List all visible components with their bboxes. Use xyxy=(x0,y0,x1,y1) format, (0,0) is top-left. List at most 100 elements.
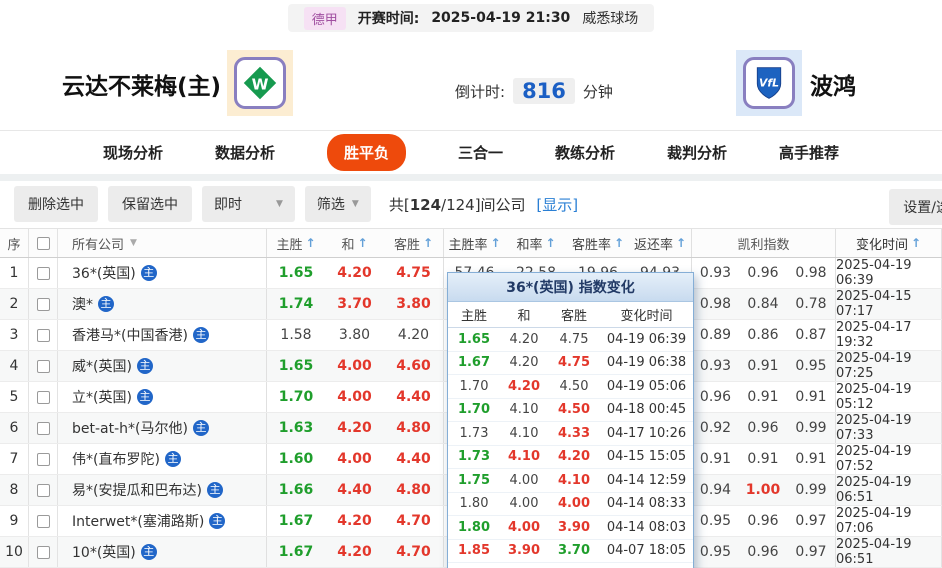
row-checkbox[interactable] xyxy=(36,514,50,528)
odds-draw[interactable]: 3.80 xyxy=(339,327,370,343)
company-name[interactable]: 易*(安提瓜和巴布达) xyxy=(72,480,202,500)
popup-row: 1.70 4.20 4.50 04-19 05:06 xyxy=(448,375,693,399)
company-cell: 香港马*(中国香港) 主 xyxy=(58,320,266,350)
tab-win-draw-loss[interactable]: 胜平负 xyxy=(326,134,406,171)
col-draw[interactable]: 和 ↑ xyxy=(325,229,384,257)
odds-away-win[interactable]: 4.40 xyxy=(396,389,431,405)
odds-away-win[interactable]: 4.60 xyxy=(396,358,431,374)
odds-home-win[interactable]: 1.58 xyxy=(280,327,311,343)
col-away-win[interactable]: 客胜 ↑ xyxy=(384,229,443,257)
company-name[interactable]: Interwet*(塞浦路斯) xyxy=(72,511,204,531)
odds-home-win[interactable]: 1.60 xyxy=(279,451,314,467)
company-name[interactable]: 威*(英国) xyxy=(72,356,132,376)
keep-selected-button[interactable]: 保留选中 xyxy=(108,186,192,222)
popup-row: 1.67 4.20 4.75 04-19 06:38 xyxy=(448,352,693,375)
row-checkbox[interactable] xyxy=(36,390,50,404)
company-name[interactable]: bet-at-h*(马尔他) xyxy=(72,418,188,438)
company-cell: bet-at-h*(马尔他) 主 xyxy=(58,413,266,443)
row-checkbox-cell xyxy=(28,444,58,474)
odds-home-win[interactable]: 1.67 xyxy=(279,513,314,529)
odds-away-win[interactable]: 4.80 xyxy=(396,482,431,498)
odds-draw[interactable]: 4.40 xyxy=(337,482,372,498)
popup-away-odds-cell: 4.33 xyxy=(548,426,600,441)
delete-selected-button[interactable]: 删除选中 xyxy=(14,186,98,222)
odds-draw[interactable]: 3.70 xyxy=(337,296,372,312)
show-link[interactable]: [显示] xyxy=(536,196,578,214)
filter-select[interactable]: 筛选 ▼ xyxy=(304,186,371,222)
odds-draw[interactable]: 4.20 xyxy=(337,265,372,281)
popup-change-time: 04-17 10:26 xyxy=(606,425,687,441)
row-checkbox[interactable] xyxy=(36,359,50,373)
odds-away-win-cell: 4.20 xyxy=(384,320,443,350)
company-name[interactable]: 澳* xyxy=(72,294,93,314)
popup-footer[interactable]: 点击指数查看更多变化 xyxy=(448,563,693,568)
kelly-cell: 0.84 xyxy=(739,289,787,319)
popup-home-odds-cell: 1.67 xyxy=(448,355,500,370)
tab-three-in-one[interactable]: 三合一 xyxy=(458,142,503,163)
odds-home-win[interactable]: 1.63 xyxy=(279,420,314,436)
company-name[interactable]: 香港马*(中国香港) xyxy=(72,325,188,345)
odds-home-win[interactable]: 1.70 xyxy=(279,389,314,405)
kelly-value: 0.98 xyxy=(795,265,827,281)
row-checkbox[interactable] xyxy=(36,483,50,497)
row-checkbox[interactable] xyxy=(36,452,50,466)
countdown: 倒计时: 816 分钟 xyxy=(455,78,613,104)
col-draw-rate[interactable]: 和率 ↑ xyxy=(505,229,567,257)
odds-away-win[interactable]: 4.75 xyxy=(396,265,431,281)
settings-button[interactable]: 设置/选择 xyxy=(889,189,942,225)
kelly-cell: 0.98 xyxy=(691,289,739,319)
row-index: 2 xyxy=(9,296,19,312)
odds-draw[interactable]: 4.00 xyxy=(337,358,372,374)
odds-home-win[interactable]: 1.74 xyxy=(279,296,314,312)
col-away-rate[interactable]: 客胜率 ↑ xyxy=(567,229,629,257)
company-name[interactable]: 立*(英国) xyxy=(72,387,132,407)
kelly-cell: 0.96 xyxy=(739,258,787,288)
popup-home-odds: 1.73 xyxy=(457,449,491,465)
odds-home-win-cell: 1.60 xyxy=(266,444,325,474)
col-home-rate[interactable]: 主胜率 ↑ xyxy=(443,229,505,257)
tab-coach-analysis[interactable]: 教练分析 xyxy=(555,142,615,163)
instant-select[interactable]: 即时 ▼ xyxy=(202,186,295,222)
row-checkbox[interactable] xyxy=(36,297,50,311)
odds-draw[interactable]: 4.20 xyxy=(337,420,372,436)
col-return-rate[interactable]: 返还率 ↑ xyxy=(629,229,691,257)
tab-live-analysis[interactable]: 现场分析 xyxy=(103,142,163,163)
odds-draw[interactable]: 4.20 xyxy=(337,513,372,529)
popup-change-time: 04-19 06:38 xyxy=(606,355,687,371)
odds-away-win[interactable]: 4.40 xyxy=(396,451,431,467)
odds-home-win[interactable]: 1.66 xyxy=(279,482,314,498)
tab-referee-analysis[interactable]: 裁判分析 xyxy=(667,142,727,163)
odds-draw-cell: 4.00 xyxy=(325,351,384,381)
odds-away-win[interactable]: 4.70 xyxy=(396,544,431,560)
odds-away-win[interactable]: 4.20 xyxy=(398,327,429,343)
row-checkbox[interactable] xyxy=(36,266,50,280)
odds-away-win[interactable]: 4.80 xyxy=(396,420,431,436)
odds-away-win-cell: 4.75 xyxy=(384,258,443,288)
col-home-win[interactable]: 主胜 ↑ xyxy=(266,229,325,257)
col-change-time[interactable]: 变化时间 ↑ xyxy=(835,229,942,257)
odds-home-win[interactable]: 1.65 xyxy=(279,358,314,374)
odds-draw[interactable]: 4.00 xyxy=(337,451,372,467)
select-all-checkbox[interactable] xyxy=(36,236,50,250)
popup-away-odds-cell: 4.10 xyxy=(548,473,600,488)
odds-home-win-cell: 1.74 xyxy=(266,289,325,319)
company-name[interactable]: 伟*(直布罗陀) xyxy=(72,449,160,469)
odds-home-win[interactable]: 1.65 xyxy=(279,265,314,281)
row-checkbox[interactable] xyxy=(36,421,50,435)
row-checkbox[interactable] xyxy=(36,328,50,342)
table-header: 序 所有公司 ▼ 主胜 ↑ 和 ↑ 客胜 ↑ 主胜率 ↑ 和率 ↑ 客胜率 ↑ 返还率 ↑ 凯… xyxy=(0,228,942,258)
odds-home-win[interactable]: 1.67 xyxy=(279,544,314,560)
company-name[interactable]: 36*(英国) xyxy=(72,263,136,283)
tab-expert-picks[interactable]: 高手推荐 xyxy=(779,142,839,163)
col-company[interactable]: 所有公司 ▼ xyxy=(58,229,266,257)
popup-draw-odds-cell: 4.10 xyxy=(500,402,548,417)
company-name[interactable]: 10*(英国) xyxy=(72,542,136,562)
kelly-value: 0.96 xyxy=(699,389,732,405)
row-checkbox[interactable] xyxy=(36,545,50,559)
odds-away-win[interactable]: 3.80 xyxy=(396,296,431,312)
col-home-rate-label: 主胜率 xyxy=(448,237,488,253)
tab-data-analysis[interactable]: 数据分析 xyxy=(215,142,275,163)
odds-draw[interactable]: 4.00 xyxy=(337,389,372,405)
odds-draw[interactable]: 4.20 xyxy=(337,544,372,560)
odds-away-win[interactable]: 4.70 xyxy=(396,513,431,529)
